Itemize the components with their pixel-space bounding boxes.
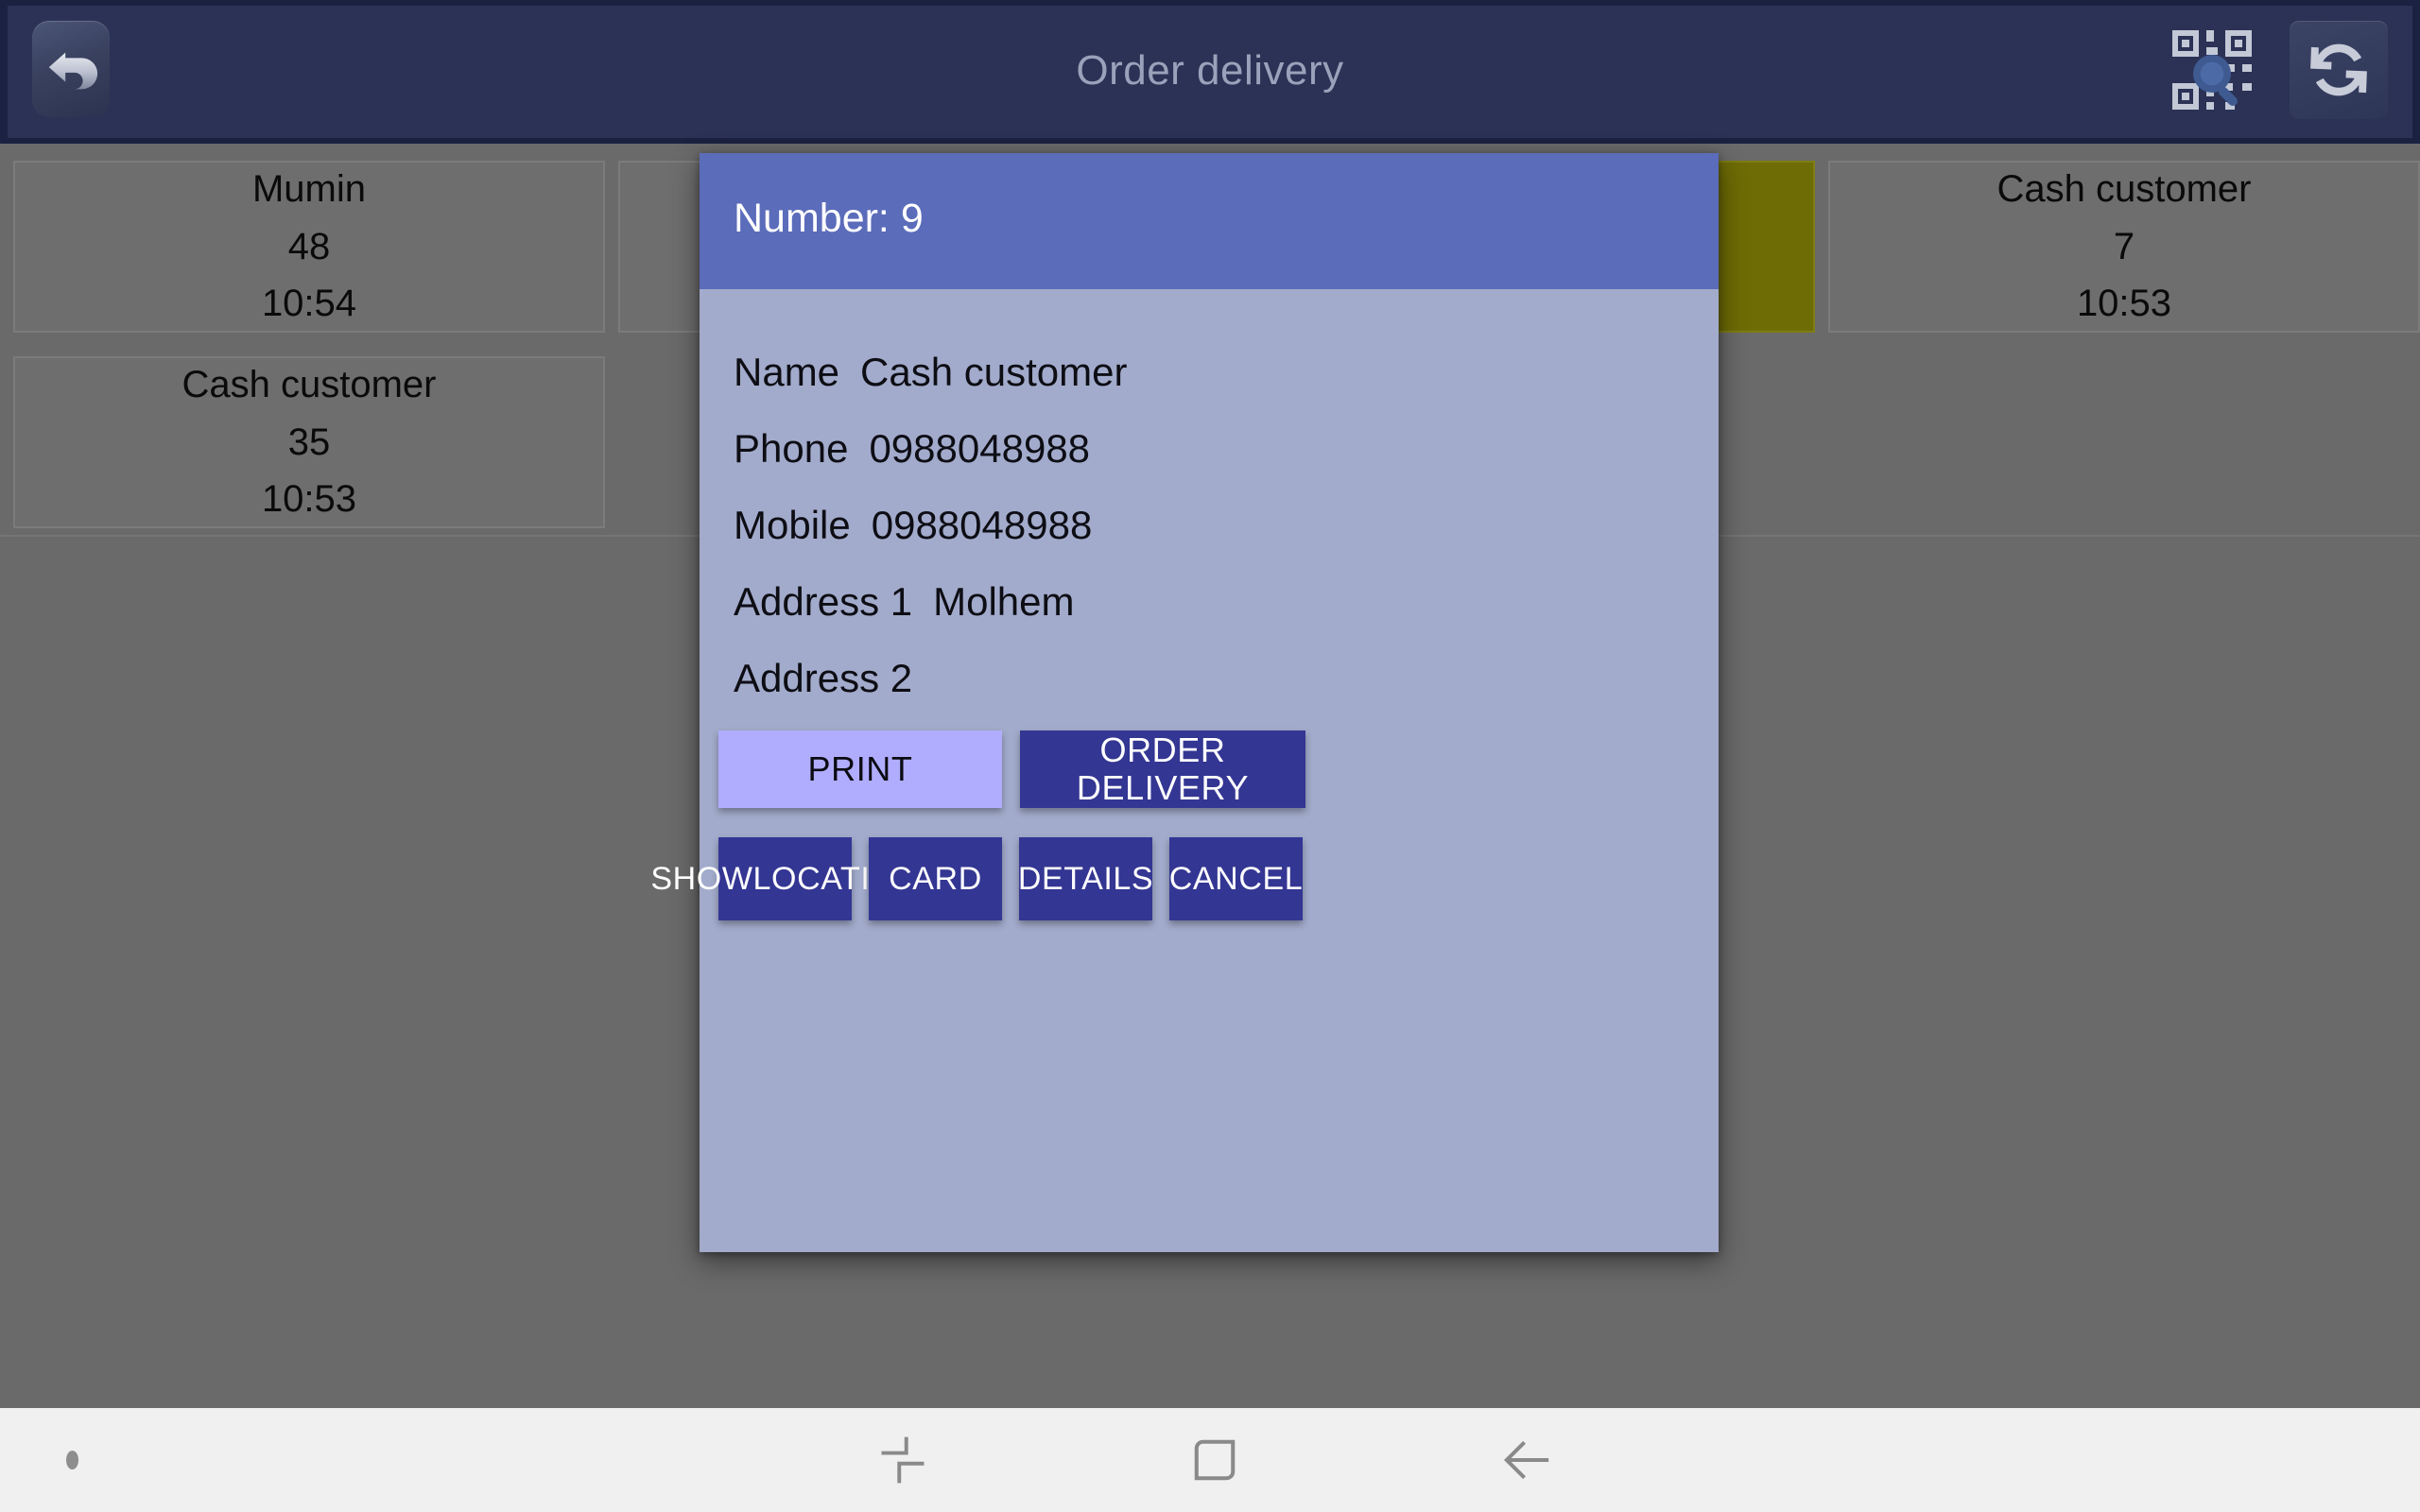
show-location-button[interactable]: SHOW LOCATION [650,837,919,920]
home-square-icon [1191,1436,1238,1484]
order-card-name: Mumin [251,167,367,210]
refresh-sync-icon [2300,31,2377,109]
print-button[interactable]: PRINT [718,730,1002,808]
order-card-number: 48 [287,225,331,267]
field-name: Name Cash customer [734,350,1127,395]
app-root: Order delivery Mumin 48 10:54 Cash custo… [0,0,2420,1512]
field-label: Phone [734,426,849,471]
order-details-dialog: Number: 9 Name Cash customer Phone 0988048… [650,153,1719,1252]
order-card-time: 10:53 [261,478,357,521]
field-label: Mobile [734,503,851,547]
title-bar-actions [2163,13,2388,127]
system-navigation-bar [0,1408,2420,1512]
field-mobile: Mobile 0988048988 [734,503,1092,548]
field-phone: Phone 0988048988 [734,426,1090,472]
order-card-name: Cash customer [1996,167,2252,210]
field-address-1: Address 1 Molhem [734,579,1075,625]
field-address-2: Address 2 [734,656,933,701]
dialog-secondary-actions: SHOW LOCATION CARD DETAILS CANCEL [650,837,1719,941]
order-card-time: 10:53 [2076,283,2172,325]
order-card-time: 10:54 [261,283,357,325]
field-label: Name [734,350,840,394]
dialog-body: Name Cash customer Phone 0988048988 Mobile… [650,289,1719,1252]
order-card-number: 35 [287,421,331,463]
field-value: 0988048988 [869,426,1091,471]
scan-qr-button[interactable] [2163,21,2261,119]
order-delivery-button[interactable]: ORDER DELIVERY [1020,730,1305,808]
nav-back-arrow-icon [1501,1436,1552,1484]
field-value: 0988048988 [871,503,1093,547]
page-title: Order delivery [1076,47,1344,94]
navbar-indicator-dot [66,1451,78,1469]
card-button[interactable]: CARD [869,837,1002,920]
field-label: Address 1 [734,579,913,624]
field-value: Molhem [933,579,1075,624]
order-card-name: Cash customer [182,363,437,405]
qr-scan-search-icon [2167,25,2257,115]
refresh-button[interactable] [2290,21,2388,119]
order-card[interactable]: Cash customer 35 10:53 [13,356,605,528]
dialog-primary-actions: PRINT ORDER DELIVERY [700,730,1719,829]
details-button[interactable]: DETAILS [1018,837,1153,920]
dialog-header: Number: 9 [700,153,1719,289]
field-label: Address 2 [734,656,913,700]
navbar-back-button[interactable] [1470,1418,1583,1503]
order-card-number: 7 [2113,225,2135,267]
recent-apps-icon [879,1434,926,1486]
navbar-home-button[interactable] [1158,1418,1271,1503]
order-card[interactable]: Cash customer 7 10:53 [1828,161,2420,333]
field-value: Cash customer [860,350,1128,394]
navbar-recent-apps-button[interactable] [846,1418,959,1503]
order-card[interactable]: Mumin 48 10:54 [13,161,605,333]
title-bar: Order delivery [0,0,2420,144]
dialog-title: Number: 9 [734,196,924,241]
cancel-button[interactable]: CANCEL [1169,837,1303,920]
title-bar-surface: Order delivery [8,6,2412,138]
